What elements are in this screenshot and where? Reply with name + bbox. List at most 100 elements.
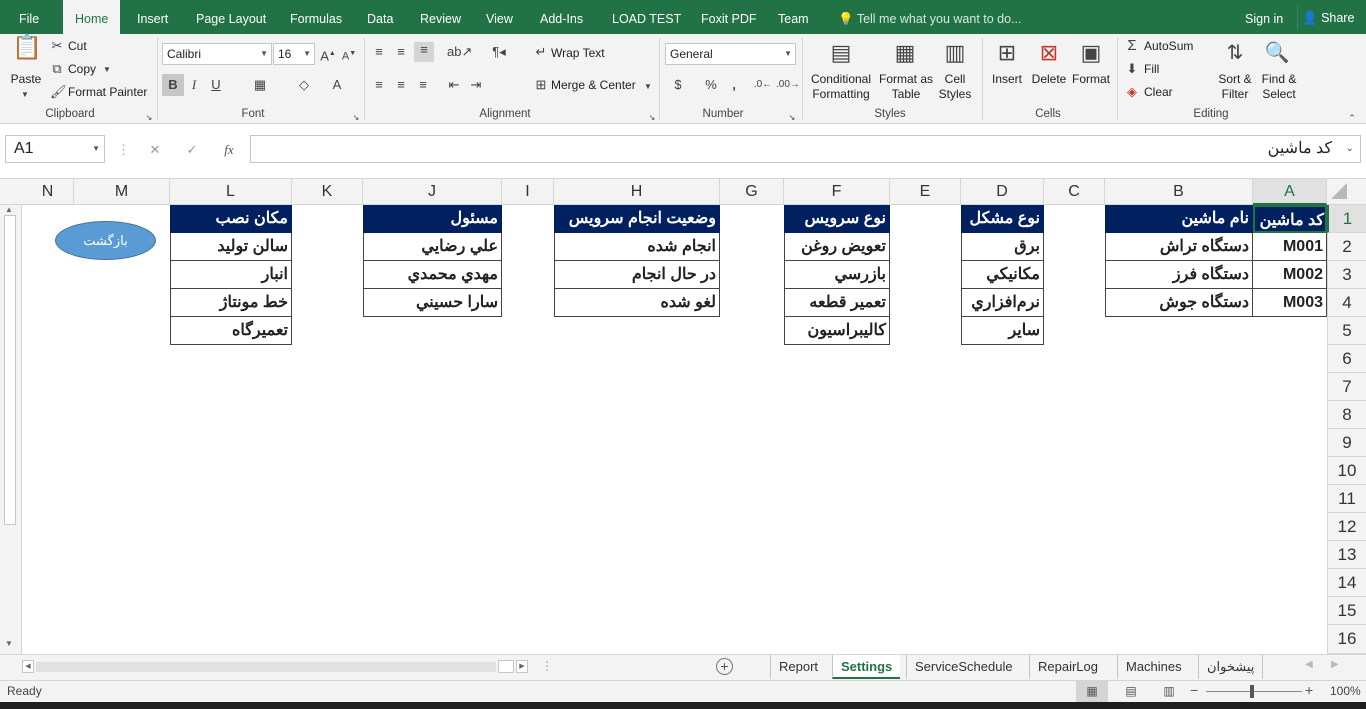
paste-icon[interactable]: 📋 — [12, 36, 42, 70]
increase-indent-icon[interactable]: ⇥ — [468, 77, 484, 93]
tab-add-ins[interactable]: Add-Ins — [540, 0, 583, 34]
cell-d5[interactable]: ساير — [961, 317, 1044, 345]
scrollbar-thumb[interactable] — [498, 660, 514, 673]
font-name-select[interactable]: Calibri ▼ — [162, 43, 272, 65]
scrollbar-thumb[interactable] — [4, 215, 16, 525]
page-layout-view-icon[interactable]: ▤ — [1122, 681, 1140, 702]
merge-dropdown-icon[interactable]: ▼ — [644, 79, 652, 95]
cell-b1[interactable]: نام ماشین — [1105, 205, 1253, 233]
cell-j1[interactable]: مسئول — [363, 205, 502, 233]
underline-button[interactable]: U — [208, 77, 224, 93]
format-cells-button[interactable]: Format — [1068, 72, 1114, 87]
column-header[interactable]: B — [1105, 179, 1253, 205]
row-header[interactable]: 12 — [1327, 513, 1366, 541]
delete-cells-button[interactable]: Delete — [1028, 72, 1070, 87]
column-header[interactable]: E — [890, 179, 961, 205]
expand-formula-icon[interactable]: ⌄ — [1346, 136, 1354, 162]
row-header[interactable]: 6 — [1327, 345, 1366, 373]
grow-font-icon[interactable]: A▲ — [320, 46, 336, 64]
cell-b3[interactable]: دستگاه فرز — [1105, 261, 1253, 289]
insert-function-icon[interactable]: fx — [218, 142, 240, 158]
zoom-slider[interactable] — [1206, 691, 1302, 692]
tab-insert[interactable]: Insert — [137, 0, 168, 34]
row-header[interactable]: 13 — [1327, 541, 1366, 569]
tab-load-test[interactable]: LOAD TEST — [612, 0, 681, 34]
cell-styles-button[interactable]: Cell Styles — [934, 72, 976, 102]
scroll-right-icon[interactable]: ▶ — [516, 660, 528, 673]
align-center-icon[interactable]: ≡ — [393, 77, 409, 93]
share-button[interactable]: 👤 Share — [1297, 6, 1358, 30]
column-header[interactable]: K — [292, 179, 363, 205]
sheet-tab-repair-log[interactable]: RepairLog — [1029, 655, 1106, 679]
currency-icon[interactable]: $ — [670, 77, 686, 93]
cell-d3[interactable]: مکانیکي — [961, 261, 1044, 289]
cell-a2[interactable]: M001 — [1253, 233, 1327, 261]
tabs-prev-icon[interactable]: ◀ — [1305, 659, 1315, 670]
tell-me-box[interactable]: 💡 Tell me what you want to do... — [838, 0, 1022, 34]
cell-l4[interactable]: خط مونتاژ — [170, 289, 292, 317]
tab-foxit-pdf[interactable]: Foxit PDF — [701, 0, 757, 34]
row-header-selected[interactable]: 1 — [1327, 205, 1366, 233]
tab-team[interactable]: Team — [778, 0, 809, 34]
shrink-font-icon[interactable]: A▼ — [341, 46, 357, 65]
tab-home[interactable]: Home — [63, 0, 121, 34]
row-header[interactable]: 15 — [1327, 597, 1366, 625]
sheet-tab-report[interactable]: Report — [770, 655, 826, 679]
autosum-button[interactable]: AutoSum — [1144, 39, 1193, 53]
conditional-formatting-button[interactable]: Conditional Formatting — [806, 72, 876, 102]
format-as-table-button[interactable]: Format as Table — [876, 72, 936, 102]
cell-f5[interactable]: کاليبراسيون — [784, 317, 890, 345]
cut-button[interactable]: Cut — [68, 39, 87, 53]
cell-h3[interactable]: در حال انجام — [554, 261, 720, 289]
sort-filter-button[interactable]: Sort & Filter — [1212, 72, 1258, 102]
scroll-up-icon[interactable]: ▲ — [5, 205, 15, 214]
comma-style-icon[interactable]: , — [726, 77, 742, 93]
sign-in-link[interactable]: Sign in — [1245, 0, 1283, 38]
column-header[interactable]: M — [74, 179, 170, 205]
column-header[interactable]: N — [22, 179, 74, 205]
name-box[interactable]: A1 ▼ — [5, 135, 105, 163]
column-header[interactable]: H — [554, 179, 720, 205]
row-header[interactable]: 7 — [1327, 373, 1366, 401]
cell-l3[interactable]: انبار — [170, 261, 292, 289]
cell-d4[interactable]: نرم‌افزاري — [961, 289, 1044, 317]
align-right-icon[interactable]: ≡ — [415, 77, 431, 93]
cell-b2[interactable]: دستگاه تراش — [1105, 233, 1253, 261]
select-all-corner[interactable] — [1327, 179, 1366, 205]
cell-f3[interactable]: بازرسي — [784, 261, 890, 289]
scroll-left-icon[interactable]: ◀ — [22, 660, 34, 673]
rtl-direction-icon[interactable]: ¶◂ — [488, 44, 510, 60]
row-header[interactable]: 5 — [1327, 317, 1366, 345]
fill-button[interactable]: Fill — [1144, 62, 1159, 76]
borders-icon[interactable]: ▦ — [252, 77, 268, 93]
tab-formulas[interactable]: Formulas — [290, 0, 342, 34]
vertical-scrollbar[interactable]: ▲ ▼ — [0, 205, 22, 654]
enter-icon[interactable]: ✓ — [183, 142, 201, 158]
formula-input[interactable]: کد ماشین ⌄ — [250, 135, 1361, 163]
sheet-tab-dashboard[interactable]: پیشخوان — [1198, 655, 1264, 679]
increase-decimal-icon[interactable]: .0← — [753, 77, 773, 93]
percent-icon[interactable]: % — [703, 77, 719, 93]
format-painter-button[interactable]: Format Painter — [68, 85, 147, 99]
column-header[interactable]: G — [720, 179, 784, 205]
sheet-tab-settings[interactable]: Settings — [832, 655, 901, 679]
column-header[interactable]: D — [961, 179, 1044, 205]
row-header[interactable]: 3 — [1327, 261, 1366, 289]
decrease-decimal-icon[interactable]: .00→ — [776, 77, 800, 93]
cell-h4[interactable]: لغو شده — [554, 289, 720, 317]
scroll-down-icon[interactable]: ▼ — [5, 639, 15, 648]
zoom-level[interactable]: 100% — [1330, 684, 1361, 698]
cell-f1[interactable]: نوع سرويس — [784, 205, 890, 233]
row-header[interactable]: 16 — [1327, 625, 1366, 654]
tab-review[interactable]: Review — [420, 0, 461, 34]
normal-view-icon[interactable]: ▦ — [1076, 681, 1108, 702]
cell-j2[interactable]: علي رضايي — [363, 233, 502, 261]
back-shape-button[interactable]: بازگشت — [55, 221, 156, 260]
cell-l2[interactable]: سالن توليد — [170, 233, 292, 261]
paste-button[interactable]: Paste — [6, 72, 46, 87]
cell-a4[interactable]: M003 — [1253, 289, 1327, 317]
row-header[interactable]: 11 — [1327, 485, 1366, 513]
cell-j3[interactable]: مهدي محمدي — [363, 261, 502, 289]
decrease-indent-icon[interactable]: ⇤ — [446, 77, 462, 93]
cell-d2[interactable]: برق — [961, 233, 1044, 261]
